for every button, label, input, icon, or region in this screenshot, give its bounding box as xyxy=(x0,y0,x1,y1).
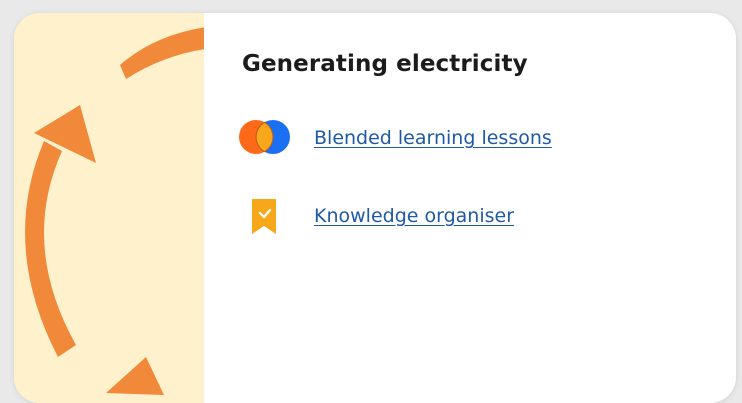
cycle-illustration xyxy=(14,13,204,403)
card-title: Generating electricity xyxy=(242,51,528,77)
cycle-arrows-graphic xyxy=(25,27,204,395)
arrow-head-bottom xyxy=(106,357,164,395)
arrow-arc-top xyxy=(120,27,204,79)
blended-learning-lessons-link[interactable]: Blended learning lessons xyxy=(314,127,552,149)
knowledge-organiser-link[interactable]: Knowledge organiser xyxy=(314,205,514,227)
resource-item-blended-learning: Blended learning lessons xyxy=(236,118,552,158)
resource-item-knowledge-organiser: Knowledge organiser xyxy=(236,196,514,236)
arrow-arc-left xyxy=(25,141,76,357)
bookmark-check-icon xyxy=(236,196,294,236)
card-content: Generating electricity Blended learning … xyxy=(239,13,736,403)
resource-card: Generating electricity Blended learning … xyxy=(14,13,736,403)
blended-learning-icon xyxy=(236,118,294,158)
